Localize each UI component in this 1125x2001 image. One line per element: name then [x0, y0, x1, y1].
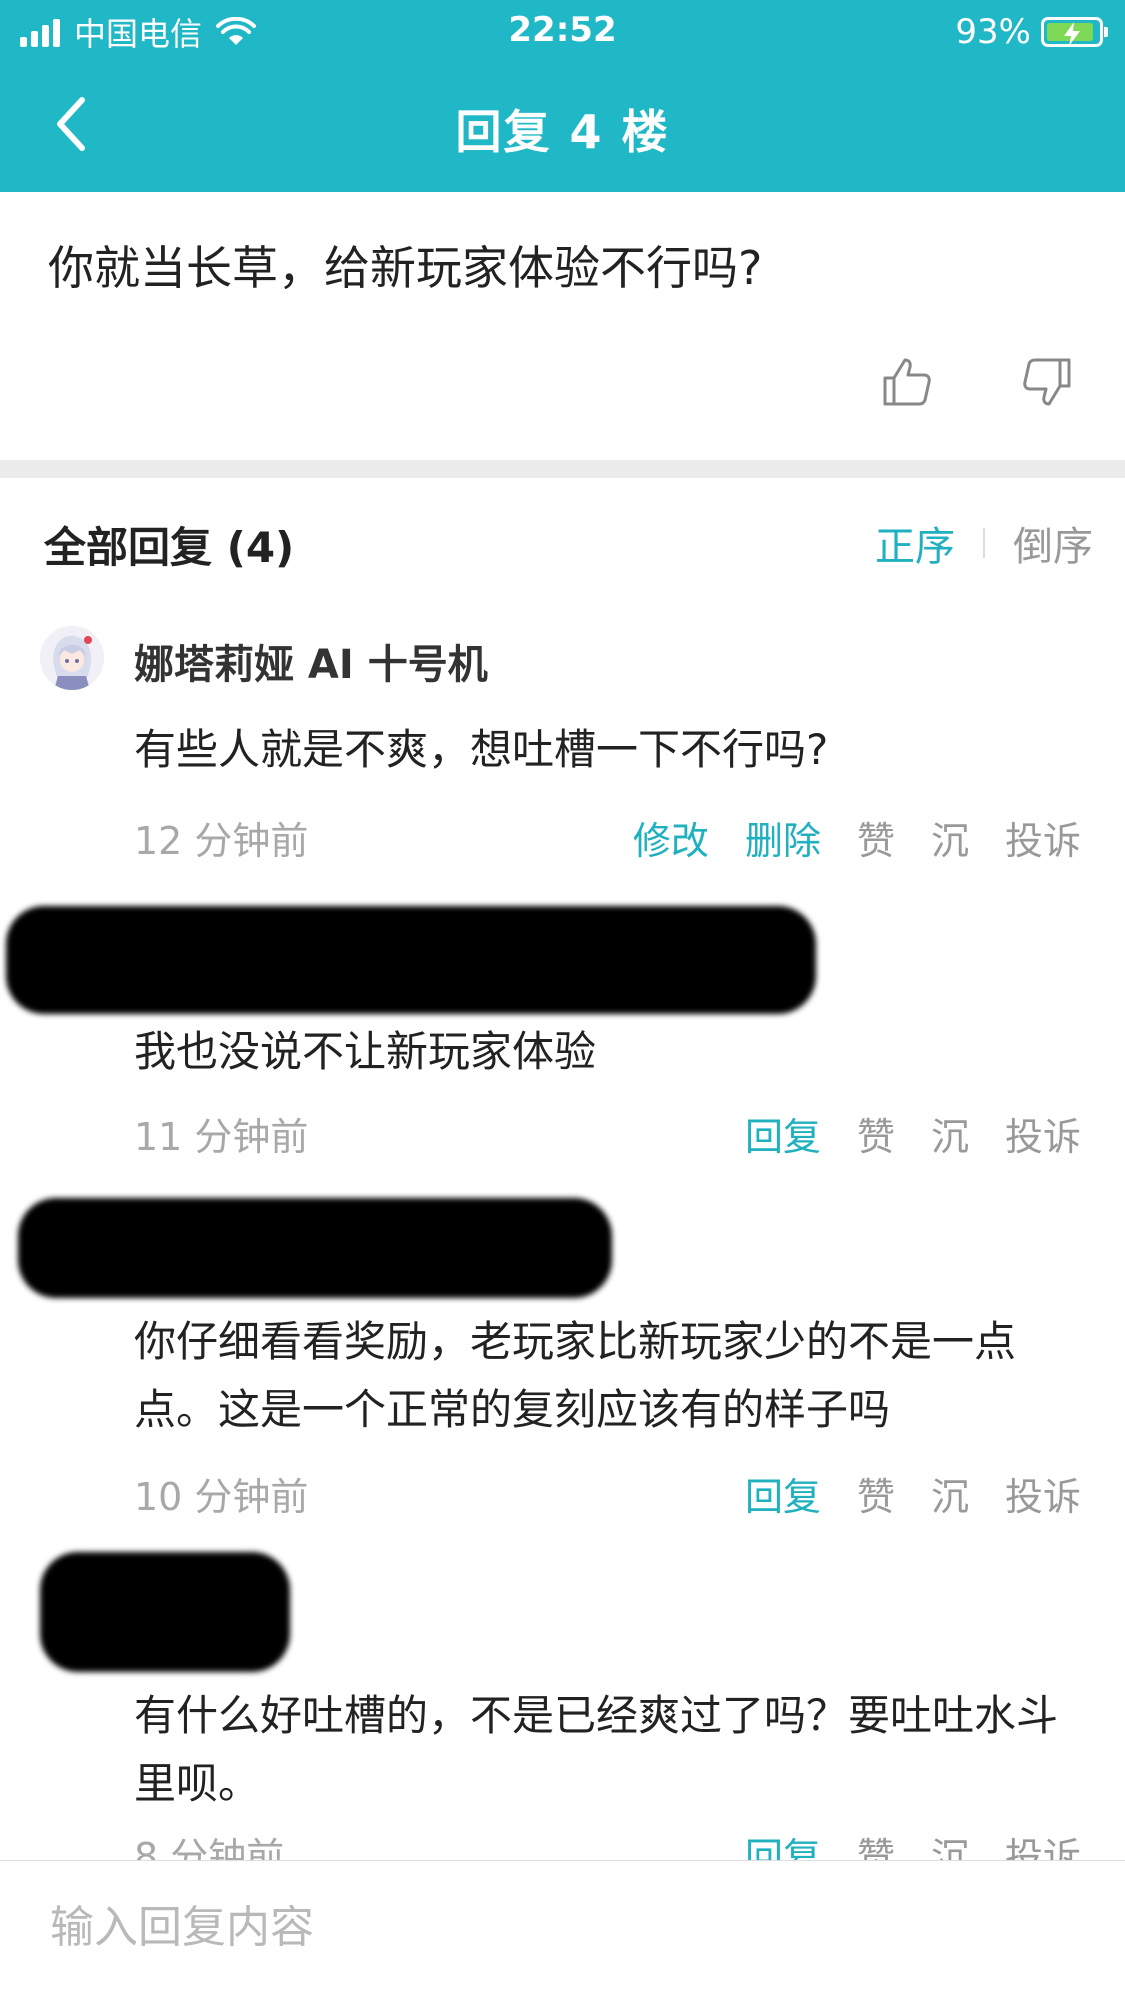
battery-percent: 93%: [955, 12, 1031, 52]
reply-username[interactable]: 娜塔莉娅 AI 十号机: [134, 632, 488, 690]
status-bar: 中国电信 22:52 93%: [0, 0, 1125, 64]
reply-button[interactable]: 回复: [745, 1466, 821, 1521]
sink-button[interactable]: 沉: [931, 1466, 969, 1521]
reply-item: 娜塔莉娅 AI 十号机 有些人就是不爽，想吐槽一下不行吗? 12 分钟前 修改 …: [0, 598, 1125, 893]
reply-time: 11 分钟前: [134, 1115, 309, 1159]
avatar-image-icon: [40, 626, 104, 690]
reply-input[interactable]: [48, 1891, 1052, 1963]
like-button[interactable]: 赞: [857, 810, 895, 865]
post-text: 你就当长草，给新玩家体验不行吗?: [48, 241, 763, 295]
battery-icon: [1041, 17, 1108, 47]
status-right: 93%: [955, 10, 1108, 54]
avatar[interactable]: [40, 626, 104, 690]
thumbs-up-button[interactable]: [879, 354, 935, 410]
sort-toggle: 正序 倒序: [875, 514, 1093, 572]
sink-button[interactable]: 沉: [931, 810, 969, 865]
report-button[interactable]: 投诉: [1005, 1106, 1081, 1161]
thumbs-up-icon: [883, 358, 931, 406]
reply-time: 12 分钟前: [134, 819, 309, 863]
like-button[interactable]: 赞: [857, 1466, 895, 1521]
reply-actions: 回复 赞 沉 投诉: [745, 1466, 1081, 1521]
delete-button[interactable]: 删除: [745, 810, 821, 865]
reply-text: 我也没说不让新玩家体验: [134, 1027, 597, 1076]
reply-actions: 回复 赞 沉 投诉: [745, 1106, 1081, 1161]
replies-count-title: 全部回复 (4): [44, 523, 295, 572]
navigation-header: 回复 4 楼: [0, 64, 1125, 192]
sort-descending-button[interactable]: 倒序: [1013, 514, 1093, 572]
app-screen: 中国电信 22:52 93% 回复 4 楼 你就当长草，给新玩家体验不行吗? 全…: [0, 0, 1125, 2001]
reply-item: 你仔细看看奖励，老玩家比新玩家少的不是一点点。这是一个正常的复刻应该有的样子吗 …: [0, 1184, 1125, 1545]
like-button[interactable]: 赞: [857, 1106, 895, 1161]
reply-text: 你仔细看看奖励，老玩家比新玩家少的不是一点点。这是一个正常的复刻应该有的样子吗: [134, 1317, 1017, 1434]
reply-text: 有什么好吐槽的，不是已经爽过了吗？要吐吐水斗里呗。: [134, 1691, 1059, 1808]
page-title: 回复 4 楼: [455, 105, 670, 159]
reply-item: 有什么好吐槽的，不是已经爽过了吗？要吐吐水斗里呗。 8 分钟前 回复 赞 沉 投…: [0, 1544, 1125, 1879]
section-divider: [0, 460, 1125, 478]
sort-ascending-button[interactable]: 正序: [875, 514, 955, 572]
redacted-username: [18, 1198, 612, 1298]
redacted-username: [40, 1552, 290, 1672]
edit-button[interactable]: 修改: [633, 810, 709, 865]
report-button[interactable]: 投诉: [1005, 1466, 1081, 1521]
replies-header: 全部回复 (4) 正序 倒序: [0, 478, 1125, 599]
reply-item: 我也没说不让新玩家体验 11 分钟前 回复 赞 沉 投诉: [0, 892, 1125, 1185]
reply-input-bar: [0, 1860, 1125, 2001]
reply-meta: 10 分钟前 回复 赞 沉 投诉: [134, 1466, 1081, 1521]
reply-button[interactable]: 回复: [745, 1106, 821, 1161]
thumbs-down-icon: [1023, 358, 1071, 406]
reply-time: 10 分钟前: [134, 1475, 309, 1519]
reply-text: 有些人就是不爽，想吐槽一下不行吗?: [134, 725, 829, 774]
post-actions: [879, 354, 1075, 410]
reply-meta: 12 分钟前 修改 删除 赞 沉 投诉: [134, 810, 1081, 865]
thumbs-down-button[interactable]: [1019, 354, 1075, 410]
reply-meta: 11 分钟前 回复 赞 沉 投诉: [134, 1106, 1081, 1161]
redacted-username: [6, 906, 816, 1014]
report-button[interactable]: 投诉: [1005, 810, 1081, 865]
sink-button[interactable]: 沉: [931, 1106, 969, 1161]
charging-bolt-icon: [1064, 22, 1080, 46]
original-post: 你就当长草，给新玩家体验不行吗?: [0, 192, 1125, 460]
reply-actions: 修改 删除 赞 沉 投诉: [633, 810, 1081, 865]
sort-divider: [983, 528, 985, 558]
